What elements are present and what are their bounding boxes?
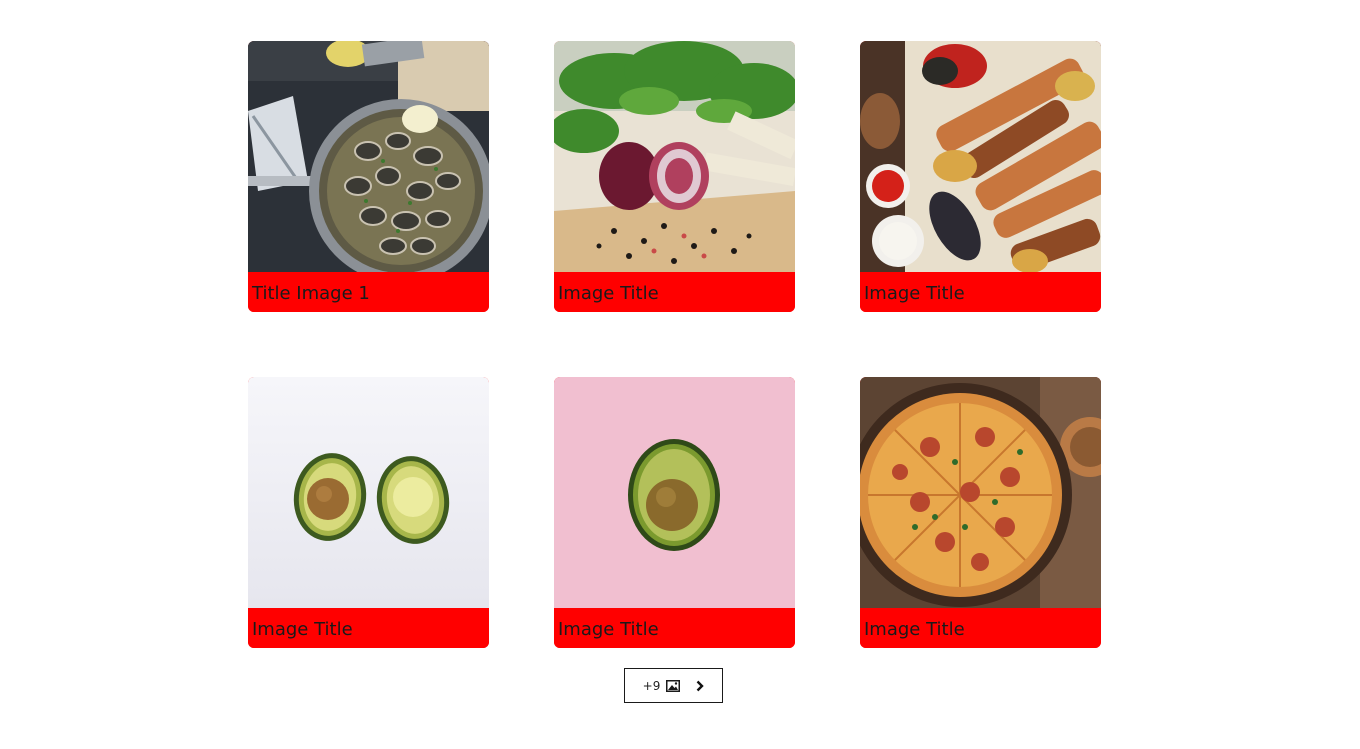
image-icon [666,679,681,692]
pizza-photo [860,377,1101,608]
image-title: Image Title [554,272,795,312]
image-title: Image Title [554,608,795,648]
gallery-card[interactable]: Image Title [554,377,795,648]
image-title: Image Title [248,608,489,648]
image-gallery: Title Image 1 Image Title Image Title Im… [248,41,1101,648]
image-title: Title Image 1 [248,272,489,312]
gallery-card[interactable]: Image Title [860,41,1101,312]
gallery-card[interactable]: Image Title [860,377,1101,648]
more-images-button[interactable]: +9 [624,668,723,703]
bbq-skewers-photo [860,41,1101,272]
onion-herbs-photo [554,41,795,272]
avocado-pink-photo [554,377,795,608]
gallery-card[interactable]: Title Image 1 [248,41,489,312]
image-title: Image Title [860,608,1101,648]
clams-pan-photo [248,41,489,272]
chevron-right-icon[interactable] [696,680,705,692]
gallery-card[interactable]: Image Title [248,377,489,648]
avocado-halves-photo [248,377,489,608]
gallery-card[interactable]: Image Title [554,41,795,312]
more-count-label: +9 [642,678,661,693]
image-title: Image Title [860,272,1101,312]
